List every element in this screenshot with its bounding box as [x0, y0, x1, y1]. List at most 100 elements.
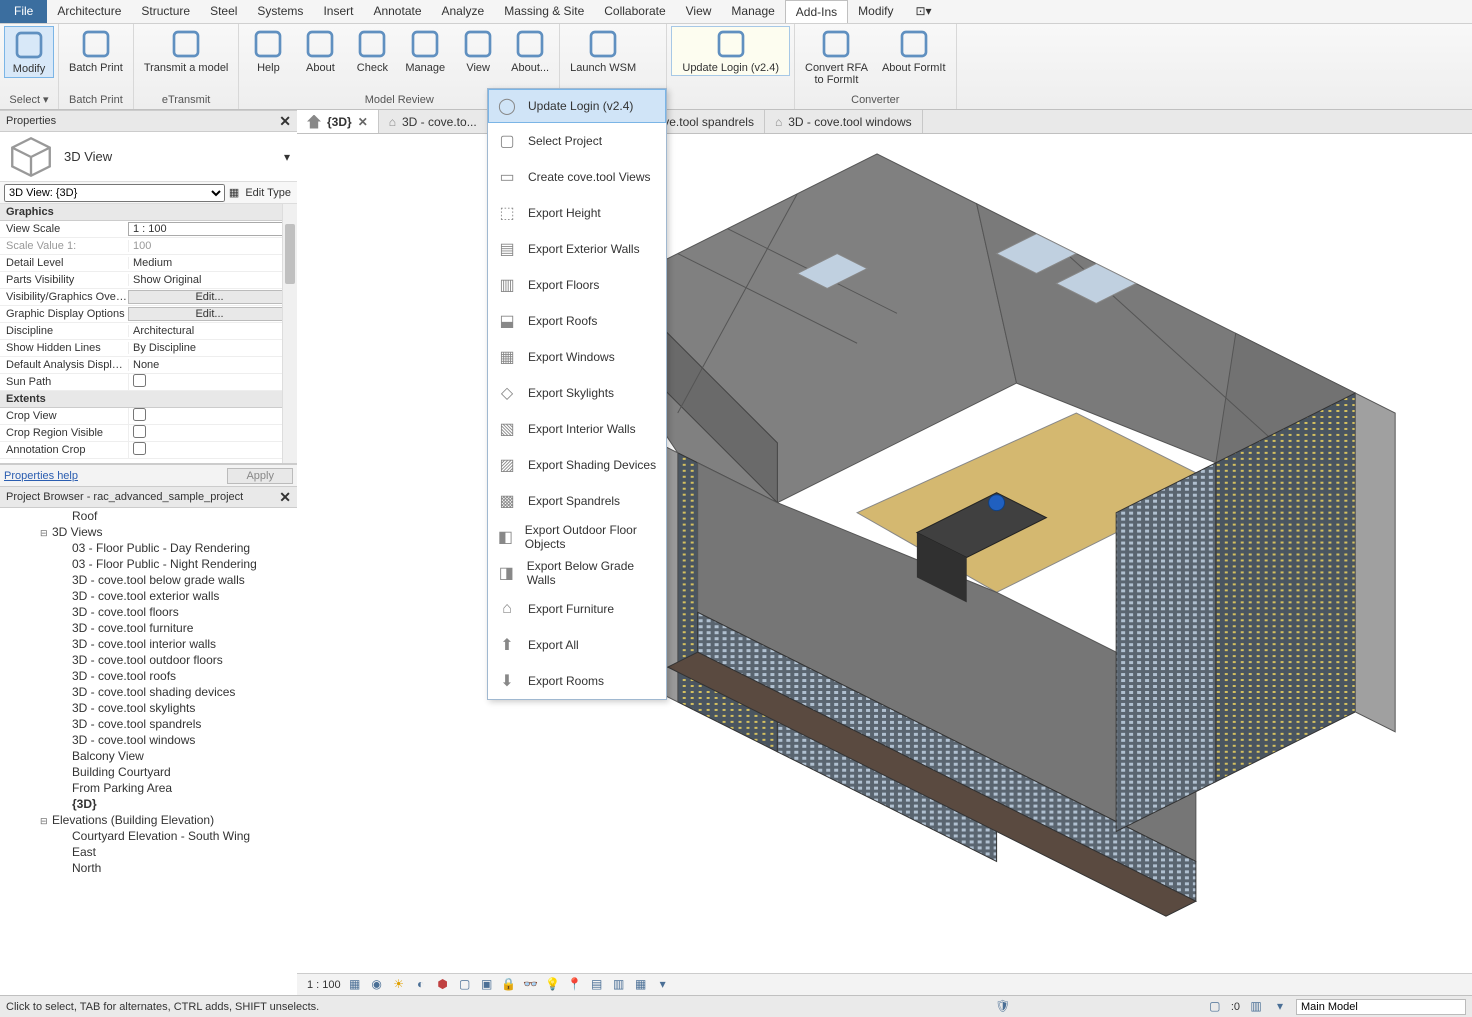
prop-row[interactable]: View Scale1 : 100	[0, 221, 297, 238]
menu-annotate[interactable]: Annotate	[363, 0, 431, 23]
prop-value[interactable]	[128, 408, 297, 424]
render-icon[interactable]: ⬢	[435, 977, 451, 993]
tree-node[interactable]: 3D - cove.tool floors	[0, 604, 297, 620]
prop-row[interactable]: Graphic Display OptionsEdit...	[0, 306, 297, 323]
prop-value[interactable]: By Discipline	[128, 342, 297, 354]
prop-value[interactable]: Medium	[128, 257, 297, 269]
tree-node[interactable]: East	[0, 844, 297, 860]
dropdown-item[interactable]: ▨Export Shading Devices	[488, 447, 666, 483]
properties-help-link[interactable]: Properties help	[4, 470, 78, 482]
ribbon-button[interactable]: About	[295, 26, 345, 76]
crop-region-icon[interactable]: ▣	[479, 977, 495, 993]
menu-massingsite[interactable]: Massing & Site	[494, 0, 594, 23]
visual-style-icon[interactable]: ◉	[369, 977, 385, 993]
crop-icon[interactable]: ▢	[457, 977, 473, 993]
dropdown-item[interactable]: ◨Export Below Grade Walls	[488, 555, 666, 591]
view-tab[interactable]: {3D}✕	[297, 110, 379, 133]
workset-selector[interactable]	[1296, 999, 1466, 1015]
menu-structure[interactable]: Structure	[131, 0, 200, 23]
browser-close-icon[interactable]: ✕	[279, 489, 291, 506]
tree-node[interactable]: ⊟Elevations (Building Elevation)	[0, 812, 297, 828]
lock-icon[interactable]: 🔒	[501, 977, 517, 993]
tree-node[interactable]: 3D - cove.tool furniture	[0, 620, 297, 636]
select-links-icon[interactable]: ▢	[1207, 999, 1223, 1015]
prop-row[interactable]: Parts VisibilityShow Original	[0, 272, 297, 289]
ribbon-button[interactable]: View	[453, 26, 503, 76]
tree-node[interactable]: Roof	[0, 508, 297, 524]
prop-row[interactable]: Scale Value 1:100	[0, 238, 297, 255]
ribbon-button[interactable]: Transmit a model	[138, 26, 235, 76]
detail-icon[interactable]: ▦	[347, 977, 363, 993]
tree-node[interactable]: ⊟3D Views	[0, 524, 297, 540]
menu-insert[interactable]: Insert	[313, 0, 363, 23]
filter-icon[interactable]: ▥	[1248, 999, 1264, 1015]
dropdown-item[interactable]: ▩Export Spandrels	[488, 483, 666, 519]
worksharing-icon[interactable]: ▤	[589, 977, 605, 993]
menu-view[interactable]: View	[676, 0, 722, 23]
close-icon[interactable]: ✕	[358, 115, 368, 129]
menu-modify[interactable]: Modify	[848, 0, 903, 23]
tree-node[interactable]: 3D - cove.tool roofs	[0, 668, 297, 684]
dropdown-item[interactable]: ⬆Export All	[488, 627, 666, 663]
dropdown-item[interactable]: ⌂Export Furniture	[488, 591, 666, 627]
sun-icon[interactable]: ☀	[391, 977, 407, 993]
temp-hide-icon[interactable]: 👓	[523, 977, 539, 993]
dropdown-item[interactable]: ◯Update Login (v2.4)	[488, 89, 666, 123]
reveal-icon[interactable]: 💡	[545, 977, 561, 993]
tree-node[interactable]: 3D - cove.tool interior walls	[0, 636, 297, 652]
dropdown-item[interactable]: ◇Export Skylights	[488, 375, 666, 411]
tree-node[interactable]: 03 - Floor Public - Night Rendering	[0, 556, 297, 572]
dropdown-item[interactable]: ⬇Export Rooms	[488, 663, 666, 699]
dropdown-item[interactable]: ◧Export Outdoor Floor Objects	[488, 519, 666, 555]
tree-node[interactable]: {3D}	[0, 796, 297, 812]
tree-node[interactable]: Courtyard Elevation - South Wing	[0, 828, 297, 844]
ribbon-button[interactable]: Convert RFAto FormIt	[799, 26, 874, 88]
tree-node[interactable]: 3D - cove.tool exterior walls	[0, 588, 297, 604]
ribbon-button[interactable]: Launch WSM	[564, 26, 642, 76]
apply-button[interactable]: Apply	[227, 468, 293, 484]
view-tab[interactable]: ⌂3D - cove.to...	[379, 110, 488, 133]
prop-row[interactable]: Detail LevelMedium	[0, 255, 297, 272]
prop-row[interactable]: Sun Path	[0, 374, 297, 391]
prop-value[interactable]: Show Original	[128, 274, 297, 286]
prop-value[interactable]: None	[128, 359, 297, 371]
tree-node[interactable]: 03 - Floor Public - Day Rendering	[0, 540, 297, 556]
assembly-icon[interactable]: ▦	[633, 977, 649, 993]
ribbon-button[interactable]: About FormIt	[876, 26, 952, 76]
prop-value[interactable]: 100	[128, 240, 297, 252]
shadows-icon[interactable]: ◐	[413, 977, 429, 993]
tree-node[interactable]: 3D - cove.tool spandrels	[0, 716, 297, 732]
prop-value[interactable]	[128, 425, 297, 441]
instance-selector[interactable]: 3D View: {3D}	[4, 184, 225, 202]
prop-value[interactable]: Architectural	[128, 325, 297, 337]
tree-node[interactable]: Building Courtyard	[0, 764, 297, 780]
menu-architecture[interactable]: Architecture	[47, 0, 131, 23]
prop-row[interactable]: DisciplineArchitectural	[0, 323, 297, 340]
menu-systems[interactable]: Systems	[247, 0, 313, 23]
prop-value[interactable]	[128, 374, 297, 390]
tree-node[interactable]: North	[0, 860, 297, 876]
dropdown-item[interactable]: ▭Create cove.tool Views	[488, 159, 666, 195]
options-icon[interactable]: ▾	[655, 977, 671, 993]
properties-type-selector[interactable]: 3D View ▾	[0, 132, 297, 182]
chevron-down-icon[interactable]: ▾	[277, 150, 297, 164]
scale-display[interactable]: 1 : 100	[307, 979, 341, 991]
tree-node[interactable]: 3D - cove.tool below grade walls	[0, 572, 297, 588]
ribbon-button[interactable]: Modify	[4, 26, 54, 78]
tree-node[interactable]: From Parking Area	[0, 780, 297, 796]
ribbon-button[interactable]: Manage	[399, 26, 451, 76]
prop-row[interactable]: Default Analysis Display ...None	[0, 357, 297, 374]
properties-close-icon[interactable]: ✕	[279, 113, 291, 130]
dropdown-item[interactable]: ▦Export Windows	[488, 339, 666, 375]
prop-row[interactable]: Annotation Crop	[0, 442, 297, 459]
dropdown-item[interactable]: ▧Export Interior Walls	[488, 411, 666, 447]
tree-node[interactable]: 3D - cove.tool shading devices	[0, 684, 297, 700]
prop-row[interactable]: Crop View	[0, 408, 297, 425]
tree-node[interactable]: 3D - cove.tool outdoor floors	[0, 652, 297, 668]
editable-icon[interactable]: ▾	[1272, 999, 1288, 1015]
dropdown-item[interactable]: ⬚Export Height	[488, 195, 666, 231]
ribbon-button[interactable]: Help	[243, 26, 293, 76]
menu-steel[interactable]: Steel	[200, 0, 247, 23]
ribbon-button[interactable]: Update Login (v2.4)	[671, 26, 790, 76]
ribbon-button[interactable]: About...	[505, 26, 555, 76]
